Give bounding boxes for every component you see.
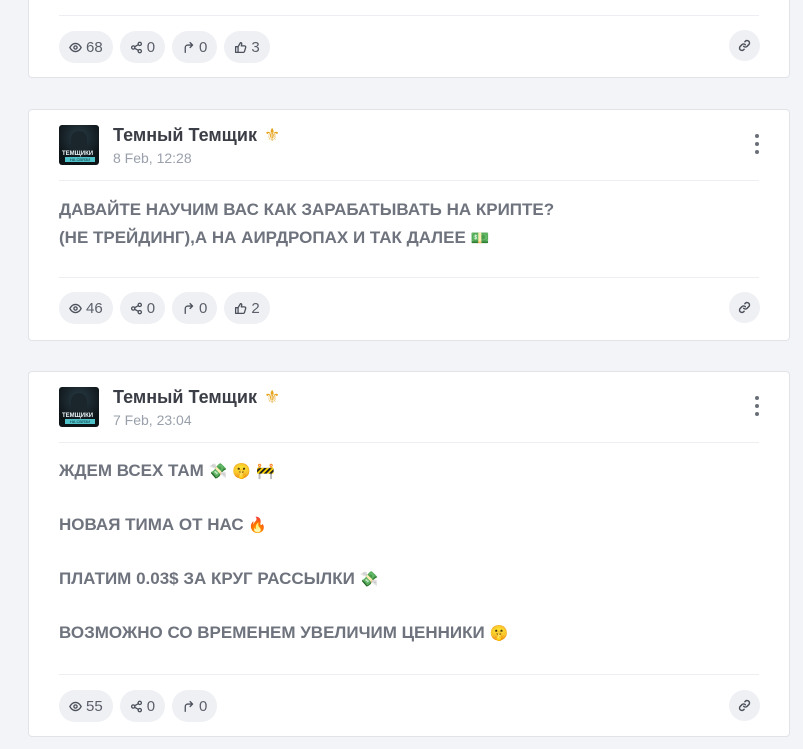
views-counter[interactable]: 46 (59, 292, 113, 324)
views-counter[interactable]: 55 (59, 690, 113, 722)
post-line: ПЛАТИМ 0.03$ ЗА КРУГ РАССЫЛКИ 💸 (59, 565, 759, 593)
post-date[interactable]: 8 Feb, 12:28 (113, 150, 280, 166)
forwards-count: 0 (199, 38, 208, 56)
divider (59, 277, 759, 278)
post-line-text: ЖДЕМ ВСЕХ ТАМ (59, 461, 204, 480)
avatar-figure (71, 131, 87, 151)
more-vertical-icon (755, 396, 759, 400)
shares-counter[interactable]: 0 (119, 31, 166, 63)
avatar[interactable]: ТЕМЩИКИ НА СВЯЗИ (59, 387, 99, 427)
shares-count: 0 (146, 38, 156, 56)
divider (59, 15, 759, 16)
author-name[interactable]: Темный Темщик ⚜ (113, 387, 280, 408)
copy-link-button[interactable] (729, 30, 760, 61)
divider (59, 442, 759, 443)
post-text: ДАВАЙТЕ НАУЧИМ ВАС КАК ЗАРАБАТЫВАТЬ НА К… (59, 196, 759, 252)
link-icon (738, 699, 751, 712)
post-stats: 68 0 0 3 (59, 31, 270, 63)
share-icon (130, 41, 142, 53)
avatar[interactable]: ТЕМЩИКИ НА СВЯЗИ (59, 125, 99, 165)
forward-icon (184, 700, 194, 712)
eye-icon (69, 701, 82, 711)
link-icon (738, 301, 751, 314)
eye-icon (69, 303, 82, 313)
more-options-button[interactable] (754, 396, 760, 416)
forwards-counter[interactable]: 0 (172, 31, 218, 63)
more-options-button[interactable] (754, 134, 760, 154)
shares-counter[interactable]: 0 (119, 292, 166, 324)
more-dot (755, 142, 759, 146)
post-text: ЖДЕМ ВСЕХ ТАМ 💸 🤫 🚧 НОВАЯ ТИМА ОТ НАС 🔥 … (59, 457, 759, 647)
post-header: ТЕМЩИКИ НА СВЯЗИ Темный Темщик ⚜ 7 Feb, … (59, 387, 280, 428)
likes-counter[interactable]: 2 (224, 292, 270, 324)
post-line-text: НОВАЯ ТИМА ОТ НАС (59, 515, 244, 534)
post-card: ТЕМЩИКИ НА СВЯЗИ Темный Темщик ⚜ 7 Feb, … (28, 371, 790, 737)
author-name-text: Темный Темщик (113, 387, 257, 407)
copy-link-button[interactable] (729, 690, 760, 721)
fleur-de-lis-icon: ⚜ (263, 125, 281, 145)
forwards-count: 0 (199, 697, 208, 715)
likes-count: 2 (251, 299, 260, 317)
divider (59, 674, 759, 675)
fire-emoji: 🔥 (248, 516, 268, 534)
views-count: 68 (86, 38, 103, 56)
post-card: 68 0 0 3 (28, 0, 790, 78)
post-line: НОВАЯ ТИМА ОТ НАС 🔥 (59, 511, 759, 539)
post-date[interactable]: 7 Feb, 23:04 (113, 412, 280, 428)
more-dot (755, 404, 759, 408)
post-line: ВОЗМОЖНО СО ВРЕМЕНЕМ УВЕЛИЧИМ ЦЕННИКИ 🤫 (59, 619, 759, 647)
shares-counter[interactable]: 0 (119, 690, 166, 722)
thumbs-up-icon (235, 41, 247, 53)
eye-icon (69, 42, 82, 52)
post-line: (НЕ ТРЕЙДИНГ),А НА АИРДРОПАХ И ТАК ДАЛЕЕ… (59, 224, 759, 252)
divider (59, 180, 759, 181)
post-line-text: ДАВАЙТЕ НАУЧИМ ВАС КАК ЗАРАБАТЫВАТЬ НА К… (59, 200, 555, 219)
avatar-figure (71, 393, 87, 413)
post-line: ЖДЕМ ВСЕХ ТАМ 💸 🤫 🚧 (59, 457, 759, 485)
post-line-text: ВОЗМОЖНО СО ВРЕМЕНЕМ УВЕЛИЧИМ ЦЕННИКИ (59, 623, 485, 642)
post-line: ДАВАЙТЕ НАУЧИМ ВАС КАК ЗАРАБАТЫВАТЬ НА К… (59, 196, 759, 224)
money-emoji: 💵 (470, 229, 490, 247)
forward-icon (184, 41, 194, 53)
forward-icon (184, 302, 194, 314)
likes-count: 3 (251, 38, 260, 56)
author-name[interactable]: Темный Темщик ⚜ (113, 125, 280, 146)
more-dot (755, 150, 759, 154)
post-stats: 55 0 0 (59, 690, 218, 722)
shares-count: 0 (146, 299, 156, 317)
likes-counter[interactable]: 3 (224, 31, 270, 63)
post-stats: 46 0 0 2 (59, 292, 270, 324)
thumbs-up-icon (235, 302, 247, 314)
fleur-de-lis-icon: ⚜ (263, 387, 281, 407)
more-dot (755, 412, 759, 416)
author-name-text: Темный Темщик (113, 125, 257, 145)
money-wings-emoji: 💸 (359, 570, 379, 588)
avatar-caption-banner: НА СВЯЗИ (65, 419, 95, 424)
more-vertical-icon (755, 134, 759, 138)
emoji-group: 💸 🤫 🚧 (208, 462, 275, 480)
link-icon (738, 39, 751, 52)
forwards-count: 0 (199, 299, 208, 317)
views-count: 55 (86, 697, 103, 715)
share-icon (130, 302, 142, 314)
views-count: 46 (86, 299, 103, 317)
forwards-counter[interactable]: 0 (172, 690, 218, 722)
post-line-text: ПЛАТИМ 0.03$ ЗА КРУГ РАССЫЛКИ (59, 569, 355, 588)
copy-link-button[interactable] (729, 292, 760, 323)
post-line-text: (НЕ ТРЕЙДИНГ),А НА АИРДРОПАХ И ТАК ДАЛЕЕ (59, 228, 466, 247)
avatar-caption-banner: НА СВЯЗИ (65, 157, 95, 162)
shares-count: 0 (146, 697, 156, 715)
post-card: ТЕМЩИКИ НА СВЯЗИ Темный Темщик ⚜ 8 Feb, … (28, 109, 790, 341)
post-header: ТЕМЩИКИ НА СВЯЗИ Темный Темщик ⚜ 8 Feb, … (59, 125, 280, 166)
views-counter[interactable]: 68 (59, 31, 113, 63)
forwards-counter[interactable]: 0 (172, 292, 218, 324)
share-icon (130, 700, 142, 712)
shush-emoji: 🤫 (489, 624, 509, 642)
